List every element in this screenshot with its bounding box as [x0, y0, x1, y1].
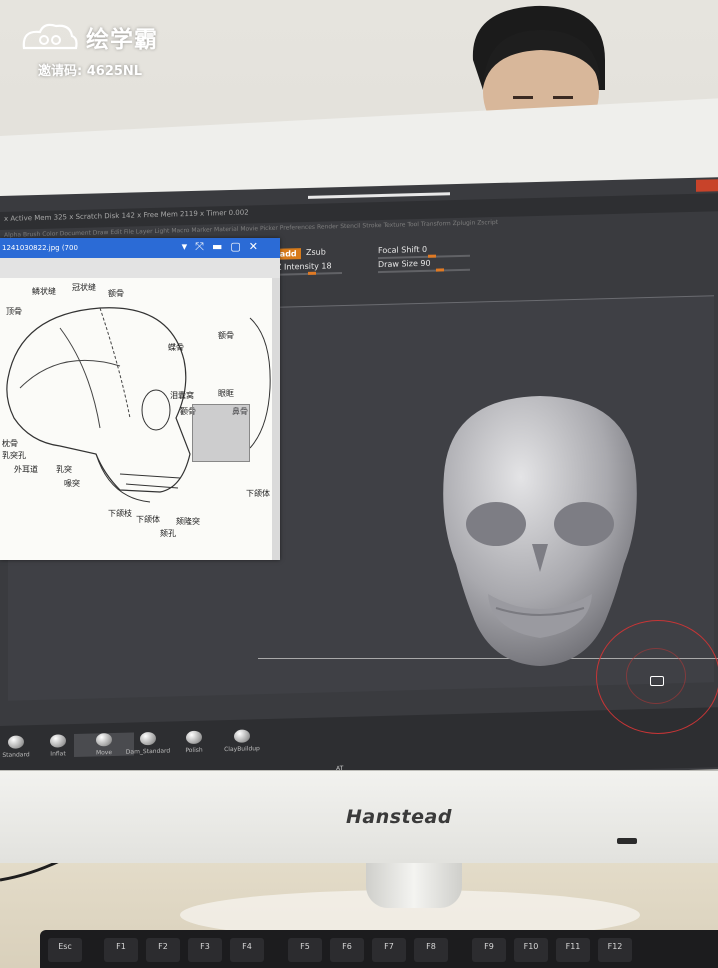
key-f3[interactable]: F3: [188, 938, 222, 962]
label-frontal-bone-front: 额骨: [218, 331, 234, 340]
draw-size-knob[interactable]: [436, 268, 444, 272]
key-label: F10: [523, 942, 539, 951]
label-mandible-body-front: 下颌体: [246, 489, 270, 498]
key-f8[interactable]: F8: [414, 938, 448, 962]
z-intensity-knob[interactable]: [308, 271, 316, 275]
label-mental-foramen: 颏孔: [160, 529, 176, 538]
reference-window-title: 1241030822.jpg (700: [2, 244, 78, 252]
label-external-acoustic-meatus: 外耳道: [14, 465, 38, 474]
power-button[interactable]: [617, 838, 637, 844]
watermark-invite-code: 邀请码: 4625NL: [38, 64, 143, 79]
dropdown-icon[interactable]: ▾: [182, 240, 188, 254]
fit-icon[interactable]: ⤧: [195, 240, 204, 254]
monitor-brand-logo: Hanstead: [346, 806, 452, 828]
brush-label: Move: [95, 749, 113, 757]
key-f4[interactable]: F4: [230, 938, 264, 962]
reference-window-toolbar: [0, 258, 280, 279]
key-f12[interactable]: F12: [598, 938, 632, 962]
brush-sphere-icon: [140, 731, 156, 746]
key-label: F1: [116, 942, 126, 951]
label-coronal-suture: 冠状缝: [72, 283, 96, 292]
brush-sphere-icon: [234, 729, 250, 743]
label-mandible-body: 下颌体: [136, 515, 160, 524]
skull-model[interactable]: [440, 394, 640, 668]
brush-toolbar: Zadd Zsub Z Intensity 18 Focal Shift 0 D…: [270, 235, 710, 277]
zsub-button[interactable]: Zsub: [306, 247, 326, 257]
watermark-brand: 绘学霸: [86, 27, 158, 53]
label-orbit: 眼眶: [218, 389, 234, 398]
label-occipital-bone: 枕骨: [2, 439, 18, 448]
key-label: F7: [384, 942, 394, 951]
brush-sphere-icon: [186, 730, 202, 745]
window-close-button[interactable]: [696, 179, 718, 192]
key-label: F12: [607, 942, 623, 951]
focal-shift-knob[interactable]: [428, 254, 436, 258]
status-text: x Active Mem 325 x Scratch Disk 142 x Fr…: [4, 208, 249, 223]
reference-window-titlebar[interactable]: 1241030822.jpg (700 ▾ ⤧ ▬ ▢ ✕: [0, 238, 280, 258]
key-f7[interactable]: F7: [372, 938, 406, 962]
brush-sphere-icon: [96, 733, 112, 747]
label-frontal-bone: 额骨: [108, 289, 124, 298]
maximize-icon[interactable]: ▢: [230, 240, 240, 254]
reference-image-window[interactable]: 1241030822.jpg (700 ▾ ⤧ ▬ ▢ ✕ 鳞状缝 冠状缝 额骨…: [0, 238, 280, 560]
key-label: F11: [565, 942, 581, 951]
label-mastoid-foramen: 乳突孔: [2, 451, 26, 460]
brush-claybuildup[interactable]: ClayBuildup: [212, 729, 272, 754]
draw-size-slider-label[interactable]: Draw Size 90: [378, 259, 431, 269]
key-esc[interactable]: Esc: [48, 938, 82, 962]
brush-label: Standard: [2, 751, 30, 759]
brush-label: ClayBuildup: [224, 745, 260, 754]
brush-label: Inflat: [50, 750, 66, 758]
label-squamous-suture: 鳞状缝: [32, 287, 56, 296]
key-label: F8: [426, 942, 436, 951]
label-parietal-bone: 顶骨: [6, 307, 22, 316]
key-label: F4: [242, 942, 252, 951]
label-sphenoid-bone: 蝶骨: [168, 343, 184, 352]
key-f5[interactable]: F5: [288, 938, 322, 962]
key-label: F6: [342, 942, 352, 951]
brush-sphere-icon: [8, 735, 24, 749]
close-icon[interactable]: ✕: [249, 240, 258, 254]
key-f9[interactable]: F9: [472, 938, 506, 962]
key-label: F5: [300, 942, 310, 951]
z-intensity-slider-label[interactable]: Z Intensity 18: [276, 261, 332, 271]
cloud-logo-icon: [22, 23, 78, 50]
label-mental-protuberance: 颏隆突: [176, 517, 200, 526]
draw-size-slider[interactable]: [378, 268, 470, 274]
key-f11[interactable]: F11: [556, 938, 590, 962]
key-f2[interactable]: F2: [146, 938, 180, 962]
key-f1[interactable]: F1: [104, 938, 138, 962]
key-label: F9: [484, 942, 494, 951]
focal-shift-slider-label[interactable]: Focal Shift 0: [378, 245, 427, 255]
key-label: F2: [158, 942, 168, 951]
label-mandibular-ramus: 下颌枝: [108, 509, 132, 518]
zoom-preview: [192, 404, 250, 462]
watermark: 绘学霸 邀请码: 4625NL: [22, 20, 158, 79]
skull-diagram: 鳞状缝 冠状缝 额骨 顶骨 蝶骨 泪囊窝 颧骨 枕骨 乳突孔 外耳道 乳突 喙突…: [0, 278, 272, 560]
label-coronoid-process: 喙突: [64, 479, 80, 488]
key-f10[interactable]: F10: [514, 938, 548, 962]
key-label: Esc: [58, 942, 72, 951]
reference-window-scrollbar[interactable]: [272, 278, 280, 560]
brush-sphere-icon: [50, 734, 66, 748]
label-lacrimal-fossa: 泪囊窝: [170, 391, 194, 400]
minimize-icon[interactable]: ▬: [212, 240, 222, 254]
key-f6[interactable]: F6: [330, 938, 364, 962]
keyboard: Esc F1 F2 F3 F4 F5 F6 F7 F8 F9 F10 F11 F…: [40, 930, 718, 968]
key-label: F3: [200, 942, 210, 951]
brush-label: Polish: [185, 746, 203, 755]
progress-bar: [308, 192, 450, 199]
label-mastoid-process: 乳突: [56, 465, 72, 474]
camera-icon[interactable]: [650, 676, 664, 686]
